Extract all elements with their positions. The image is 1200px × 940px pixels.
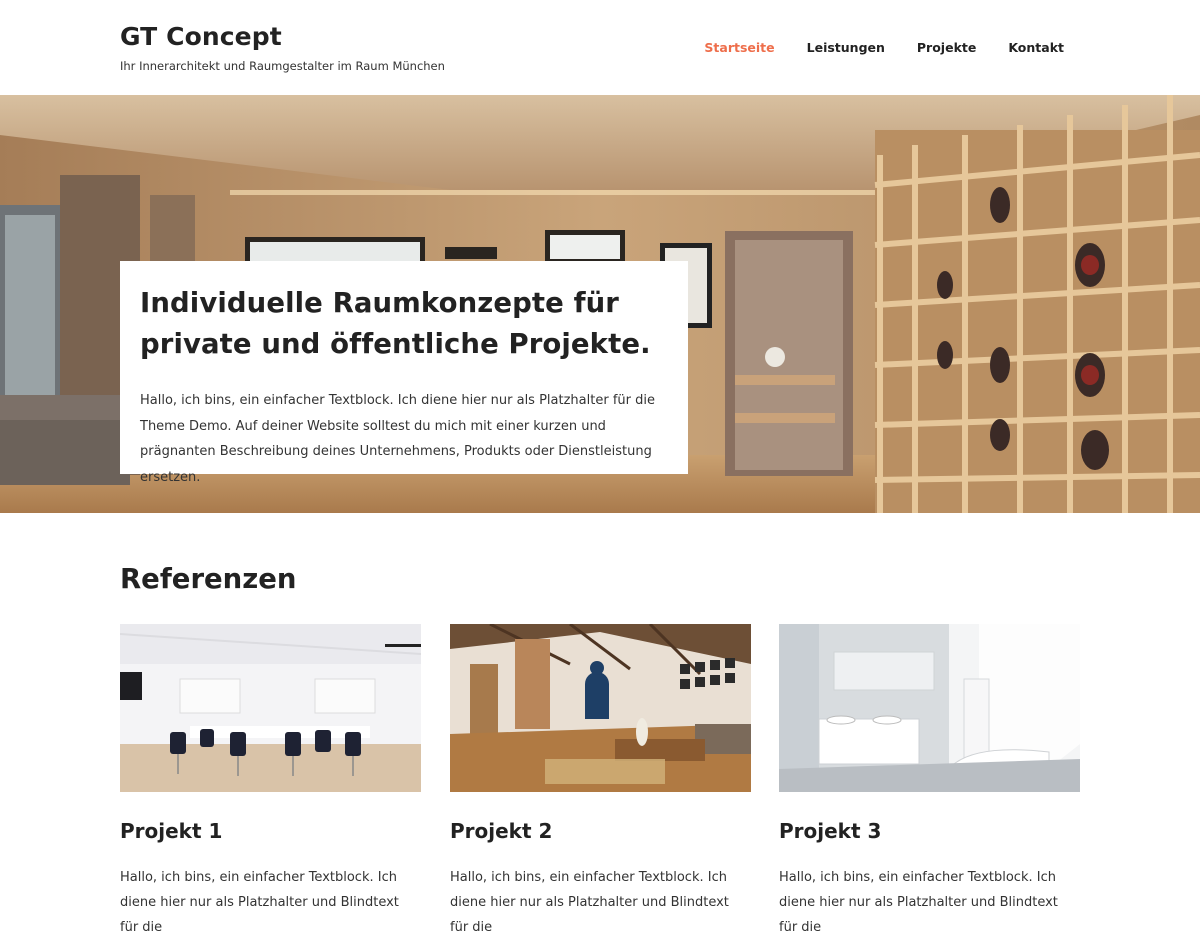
hero-text-box: Individuelle Raumkonzepte für private un… — [120, 261, 688, 485]
nav-item-projekte[interactable]: Projekte — [917, 40, 976, 55]
project-1-image[interactable] — [120, 624, 421, 792]
hero-description: Hallo, ich bins, ein einfacher Textblock… — [140, 393, 655, 485]
project-2-image[interactable] — [450, 624, 751, 792]
project-3-image[interactable] — [779, 624, 1080, 792]
hero-title: Individuelle Raumkonzepte für private un… — [140, 283, 668, 365]
references-heading: Referenzen — [120, 563, 297, 595]
project-1-title[interactable]: Projekt 1 — [120, 819, 421, 843]
project-card-1: Projekt 1 Hallo, ich bins, ein einfacher… — [120, 624, 421, 940]
site-header: GT Concept Ihr Innerarchitekt und Raumge… — [0, 0, 1200, 95]
project-3-title[interactable]: Projekt 3 — [779, 819, 1080, 843]
site-title[interactable]: GT Concept — [120, 22, 445, 51]
project-card-2: Projekt 2 Hallo, ich bins, ein einfacher… — [450, 624, 751, 940]
hero-title-line-1: Individuelle Raumkonzepte für — [140, 287, 619, 319]
nav-item-kontakt[interactable]: Kontakt — [1008, 40, 1064, 55]
project-card-3: Projekt 3 Hallo, ich bins, ein einfacher… — [779, 624, 1080, 940]
site-branding: GT Concept Ihr Innerarchitekt und Raumge… — [120, 22, 445, 73]
main-navigation: Startseite Leistungen Projekte Kontakt — [672, 40, 1064, 55]
project-3-text: Hallo, ich bins, ein einfacher Textblock… — [779, 870, 1058, 935]
project-1-text: Hallo, ich bins, ein einfacher Textblock… — [120, 870, 399, 935]
project-2-title[interactable]: Projekt 2 — [450, 819, 751, 843]
site-description: Ihr Innerarchitekt und Raumgestalter im … — [120, 59, 445, 73]
project-2-text: Hallo, ich bins, ein einfacher Textblock… — [450, 870, 729, 935]
hero-title-line-2: private und öffentliche Projekte. — [140, 328, 651, 360]
nav-item-startseite[interactable]: Startseite — [704, 40, 774, 55]
hero-section: Individuelle Raumkonzepte für private un… — [0, 95, 1200, 513]
nav-item-leistungen[interactable]: Leistungen — [807, 40, 885, 55]
